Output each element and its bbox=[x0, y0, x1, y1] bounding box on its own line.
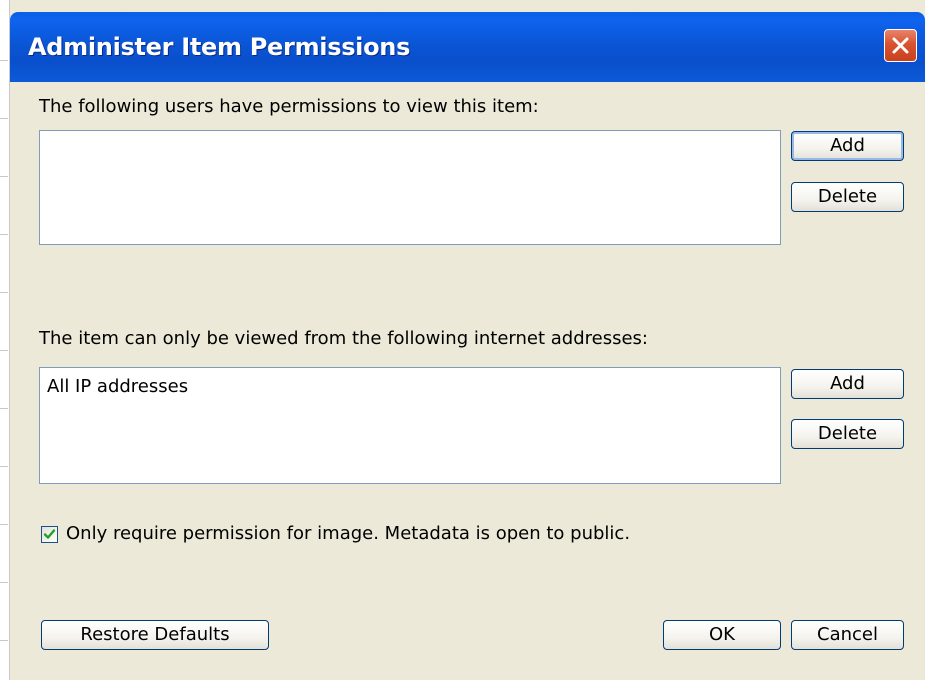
close-button[interactable] bbox=[884, 29, 917, 62]
background-window-edge bbox=[0, 0, 10, 680]
cancel-button[interactable]: Cancel bbox=[791, 620, 904, 650]
delete-ip-button[interactable]: Delete bbox=[791, 419, 904, 449]
close-icon bbox=[892, 37, 909, 54]
metadata-public-label[interactable]: Only require permission for image. Metad… bbox=[66, 523, 630, 544]
title-bar[interactable]: Administer Item Permissions bbox=[10, 12, 925, 82]
dialog-body: The following users have permissions to … bbox=[10, 82, 925, 680]
list-item[interactable]: All IP addresses bbox=[47, 376, 188, 397]
restore-defaults-button[interactable]: Restore Defaults bbox=[41, 620, 269, 650]
ip-address-list[interactable]: All IP addresses bbox=[39, 367, 781, 484]
dialog-title: Administer Item Permissions bbox=[28, 33, 411, 61]
delete-user-button[interactable]: Delete bbox=[791, 182, 904, 212]
ip-section-label: The item can only be viewed from the fol… bbox=[39, 328, 648, 349]
ok-button[interactable]: OK bbox=[663, 620, 781, 650]
users-list[interactable] bbox=[39, 130, 781, 245]
permissions-dialog: Administer Item Permissions The followin… bbox=[10, 12, 925, 680]
users-section-label: The following users have permissions to … bbox=[39, 96, 539, 117]
add-ip-button[interactable]: Add bbox=[791, 369, 904, 399]
add-user-button[interactable]: Add bbox=[791, 131, 904, 161]
checkmark-icon bbox=[43, 529, 56, 539]
metadata-public-checkbox[interactable] bbox=[41, 526, 58, 543]
